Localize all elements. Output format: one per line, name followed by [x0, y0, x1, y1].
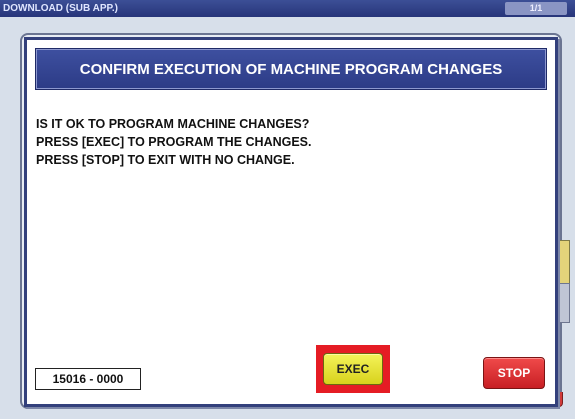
- title-bar: DOWNLOAD (SUB APP.) 1/1: [0, 0, 575, 17]
- exec-button[interactable]: EXEC: [323, 353, 383, 385]
- message-line: IS IT OK TO PROGRAM MACHINE CHANGES?: [36, 117, 310, 131]
- message-line: PRESS [STOP] TO EXIT WITH NO CHANGE.: [36, 153, 295, 167]
- app-title: DOWNLOAD (SUB APP.): [3, 3, 118, 14]
- stop-button[interactable]: STOP: [483, 357, 545, 389]
- dialog-header: CONFIRM EXECUTION OF MACHINE PROGRAM CHA…: [35, 48, 547, 90]
- message-line: PRESS [EXEC] TO PROGRAM THE CHANGES.: [36, 135, 312, 149]
- error-code-box: 15016 - 0000: [35, 368, 141, 390]
- confirm-dialog: CONFIRM EXECUTION OF MACHINE PROGRAM CHA…: [24, 37, 558, 407]
- page-indicator: 1/1: [505, 2, 567, 15]
